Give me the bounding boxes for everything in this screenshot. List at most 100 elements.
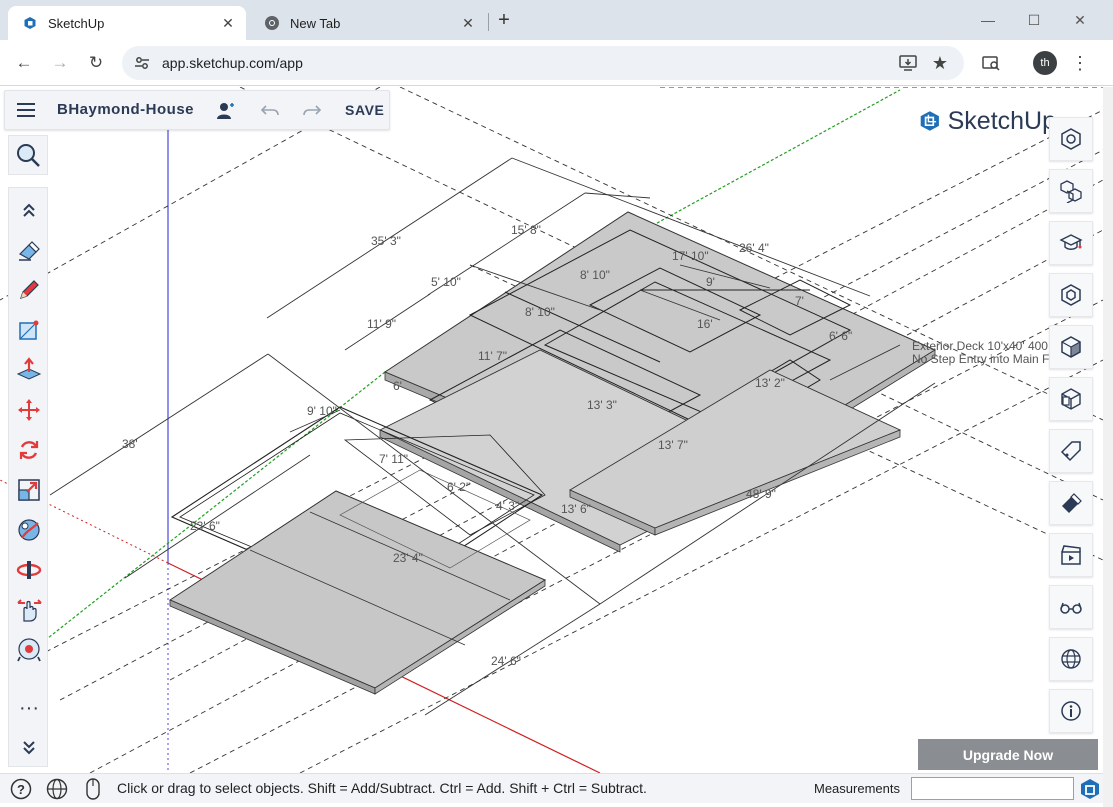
dim-label: 6' 6" [829,329,852,343]
new-tab-plus-icon[interactable]: + [492,8,516,32]
close-tab-icon[interactable]: ✕ [218,13,238,33]
components-panel-button[interactable] [1049,169,1093,213]
dim-label: 23' 6" [190,519,220,533]
dim-label: 13' 6" [561,502,591,516]
dim-label: 38' [122,437,138,451]
mouse-icon[interactable] [82,778,104,800]
globe-icon [1061,649,1081,669]
close-window-icon[interactable]: ✕ [1058,6,1102,34]
more-tools-button[interactable]: ··· [9,688,49,728]
dim-label: 35' 3" [371,234,401,248]
logo-wordmark: SketchUp [947,106,1056,135]
model-scene[interactable]: 35' 3" 15' 8" 26' 4" 17' 10" 9' 7' 8' 10… [0,87,1103,773]
display-panel-button[interactable] [1049,585,1093,629]
move-tool[interactable] [9,390,49,430]
tab-sketchup[interactable]: SketchUp ✕ [8,6,246,40]
styles-panel-button[interactable] [1049,325,1093,369]
info-icon [1061,701,1081,721]
browser-menu-icon[interactable]: ⋮ [1068,51,1092,75]
search-icon [17,144,40,167]
clapperboard-icon [1061,545,1081,565]
scale-tool[interactable] [9,470,49,510]
eraser-tool[interactable] [9,230,49,270]
model-viewport[interactable]: 35' 3" 15' 8" 26' 4" 17' 10" 9' 7' 8' 10… [0,87,1103,773]
tab-search-icon[interactable] [979,51,1003,75]
scenes-panel-button[interactable] [1049,533,1093,577]
install-app-icon[interactable] [896,51,920,75]
minimize-icon[interactable]: — [966,6,1010,34]
undo-icon[interactable] [259,100,281,122]
project-title[interactable]: BHaymond-House [57,101,194,118]
panel-rail [1049,113,1095,743]
help-icon[interactable]: ? [10,778,32,800]
soften-edges-panel-button[interactable] [1049,481,1093,525]
tab-title: New Tab [290,15,341,31]
rectangle-tool[interactable] [9,310,49,350]
close-tab-icon[interactable]: ✕ [458,13,478,33]
dim-label: 15' 8" [511,223,541,237]
outliner-panel-button[interactable] [1049,377,1093,421]
dim-label: 8' 10" [580,268,610,282]
dim-label: 9' [706,275,715,289]
model-info-panel-button[interactable] [1049,689,1093,733]
save-button[interactable]: SAVE [345,102,385,118]
measurements-label: Measurements [814,781,900,796]
bookmark-star-icon[interactable]: ★ [928,51,952,75]
profile-avatar[interactable]: th [1033,51,1057,75]
entity-info-icon [1061,128,1081,150]
move-icon [18,399,40,421]
chrome-icon [264,15,280,31]
push-pull-icon [16,357,42,380]
dim-label: 6' [393,379,402,393]
share-user-icon[interactable] [215,100,237,122]
eraser-soften-icon [1062,493,1082,513]
back-icon[interactable]: ← [12,51,36,75]
double-chevron-up-icon [23,203,35,217]
sketchup-favicon-icon [22,15,38,31]
dim-label: 6' 2" [447,480,470,494]
status-hint: Click or drag to select objects. Shift =… [117,780,647,796]
reload-icon[interactable]: ↻ [84,51,108,75]
address-bar[interactable]: app.sketchup.com/app [122,46,964,80]
language-globe-icon[interactable] [46,778,68,800]
maximize-icon[interactable]: ☐ [1012,6,1056,34]
tab-new-tab[interactable]: New Tab ✕ [250,6,486,40]
position-camera-tool[interactable] [9,630,49,670]
redo-icon[interactable] [301,100,323,122]
forward-icon[interactable]: → [48,51,72,75]
geo-location-panel-button[interactable] [1049,637,1093,681]
pencil-icon [20,280,39,299]
dim-label: 7' [795,294,804,308]
collapse-tools-button[interactable] [9,190,49,230]
instructor-panel-button[interactable] [1049,221,1093,265]
search-tool-button[interactable] [8,135,48,175]
sketchup-status-icon[interactable] [1079,778,1101,800]
double-chevron-down-icon [23,741,35,755]
upgrade-now-button[interactable]: Upgrade Now [918,739,1098,770]
measurements-input[interactable] [911,777,1074,800]
expand-tools-button[interactable] [9,728,49,768]
browser-window: SketchUp ✕ New Tab ✕ + — ☐ ✕ ← → ↻ app.s… [0,0,1113,807]
orbit-tool[interactable] [9,510,49,550]
dim-label: 13' 2" [755,376,785,390]
materials-panel-button[interactable] [1049,273,1093,317]
pan-tool[interactable] [9,590,49,630]
styles-icon [1061,336,1081,358]
dim-label: 8' 10" [525,305,555,319]
rectangle-icon [19,320,39,340]
page-scrollbar[interactable] [1103,87,1113,807]
browser-toolbar: ← → ↻ app.sketchup.com/app ★ th ⋮ [0,40,1113,86]
tool-rail: ··· [8,187,48,767]
tab-title: SketchUp [48,15,105,31]
menu-icon[interactable] [17,103,35,117]
hand-icon [17,599,42,622]
site-settings-icon[interactable] [134,55,154,71]
tags-panel-button[interactable] [1049,429,1093,473]
entity-info-panel-button[interactable] [1049,117,1093,161]
rotate-tool[interactable] [9,430,49,470]
push-pull-tool[interactable] [9,350,49,390]
orbit-view-tool[interactable] [9,550,49,590]
line-tool[interactable] [9,270,49,310]
outliner-icon [1061,388,1081,410]
callout-label: No Step Entry into Main F [912,352,1049,366]
